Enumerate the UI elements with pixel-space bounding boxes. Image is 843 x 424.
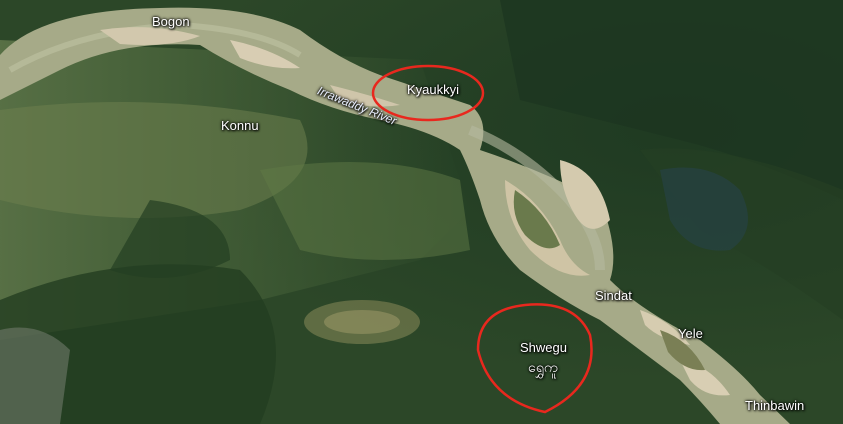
haze (0, 327, 70, 424)
satellite-map[interactable]: Bogon Konnu Kyaukkyi Irrawaddy River Sin… (0, 0, 843, 424)
place-label-sindat[interactable]: Sindat (595, 289, 632, 302)
place-label-shwegu-local[interactable]: ရွှေကူ (528, 361, 558, 375)
place-label-yele[interactable]: Yele (678, 327, 703, 340)
place-label-kyaukkyi[interactable]: Kyaukkyi (407, 83, 459, 96)
place-label-bogon[interactable]: Bogon (152, 15, 190, 28)
field-clearing (324, 310, 400, 334)
place-label-konnu[interactable]: Konnu (221, 119, 259, 132)
place-label-thinbawin[interactable]: Thinbawin (745, 399, 804, 412)
satellite-imagery (0, 0, 843, 424)
place-label-shwegu[interactable]: Shwegu (520, 341, 567, 354)
